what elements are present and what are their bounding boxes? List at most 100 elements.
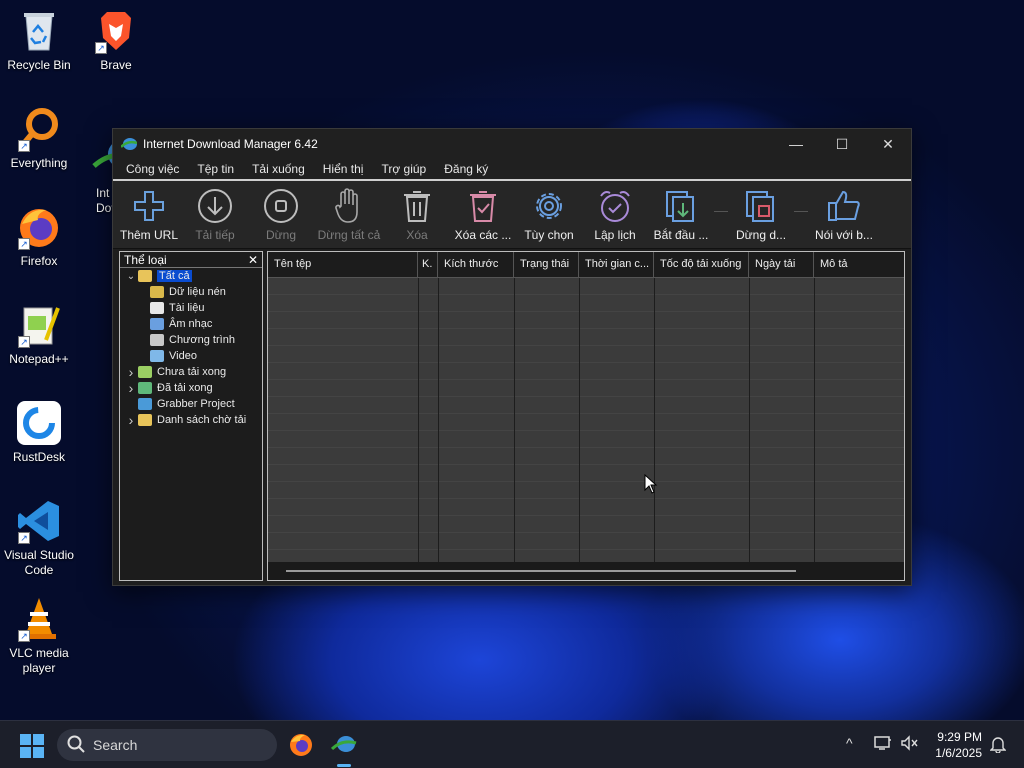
collapse-chevron-icon[interactable]: ›	[124, 380, 138, 396]
system-clock[interactable]: 9:29 PM 1/6/2025	[935, 729, 982, 761]
show-hidden-icons-chevron[interactable]: ^	[846, 735, 853, 751]
category-label: Video	[169, 350, 197, 362]
start-queue-icon	[662, 187, 700, 225]
finished-folder-icon	[138, 382, 152, 394]
desktop-icon-vlc[interactable]: ↗ VLC media player	[1, 596, 77, 676]
column-quality[interactable]: K.	[418, 252, 438, 277]
category-item[interactable]: › Danh sách chờ tải	[120, 412, 262, 428]
collapse-chevron-icon[interactable]: ›	[124, 412, 138, 428]
category-item[interactable]: Tài liệu	[120, 300, 262, 316]
column-size[interactable]: Kích thước	[438, 252, 514, 277]
notification-bell-icon[interactable]	[989, 735, 1007, 756]
column-filename[interactable]: Tên tệp	[268, 252, 418, 277]
category-item[interactable]: Grabber Project	[120, 396, 262, 412]
menu-view[interactable]: Hiển thị	[316, 162, 371, 176]
toolbar: Thêm URL Tải tiếp Dừng Dừng tất cả Xóa X…	[113, 181, 911, 249]
category-label: Âm nhạc	[169, 318, 213, 330]
menu-registration[interactable]: Đăng ký	[437, 162, 495, 176]
program-icon	[150, 334, 164, 346]
scrollbar-thumb[interactable]	[286, 570, 796, 572]
category-title: Thể loại	[124, 252, 167, 267]
resume-button[interactable]: Tải tiếp	[182, 187, 248, 242]
notepad-plus-plus-icon: ↗	[16, 302, 62, 348]
horizontal-scrollbar[interactable]	[268, 562, 904, 580]
close-button[interactable]: ✕	[865, 129, 911, 159]
category-item[interactable]: Dữ liệu nén	[120, 284, 262, 300]
toolbar-label: Lập lịch	[594, 228, 636, 242]
column-divider	[438, 278, 439, 562]
stop-all-button[interactable]: Dừng tất cả	[314, 187, 384, 242]
start-queue-button[interactable]: Bắt đầu ...	[648, 187, 714, 242]
idm-window: Internet Download Manager 6.42 — ☐ ✕ Côn…	[112, 128, 912, 586]
category-item[interactable]: Âm nhạc	[120, 316, 262, 332]
desktop-icon-firefox[interactable]: ↗ Firefox	[1, 204, 77, 269]
desktop-icon-notepad-plus-plus[interactable]: ↗ Notepad++	[1, 302, 77, 367]
idm-app-icon	[120, 137, 138, 151]
active-app-indicator	[337, 764, 351, 767]
column-time-left[interactable]: Thời gian c...	[579, 252, 654, 277]
category-item[interactable]: ⌄ Tất cả	[120, 268, 262, 284]
desktop-icon-label: VLC media player	[9, 646, 69, 675]
taskbar-firefox-icon[interactable]	[285, 729, 317, 761]
network-icon[interactable]	[874, 735, 892, 754]
expand-chevron-icon[interactable]: ⌄	[124, 271, 138, 282]
stop-button[interactable]: Dừng	[248, 187, 314, 242]
taskbar-idm-icon[interactable]	[328, 729, 360, 767]
toolbar-label: Tùy chọn	[524, 228, 574, 242]
column-last-try[interactable]: Ngày tải	[749, 252, 814, 277]
taskbar-search[interactable]: Search	[57, 729, 277, 761]
toolbar-label: Xóa các ...	[454, 228, 512, 242]
maximize-button[interactable]: ☐	[819, 129, 865, 159]
category-item[interactable]: › Chưa tải xong	[120, 364, 262, 380]
windows-start-icon[interactable]	[20, 734, 44, 758]
desktop-icon-label: Everything	[10, 156, 68, 170]
delete-completed-button[interactable]: Xóa các ...	[450, 187, 516, 242]
category-item[interactable]: Chương trình	[120, 332, 262, 348]
add-url-button[interactable]: Thêm URL	[116, 187, 182, 242]
clock-time: 9:29 PM	[937, 730, 982, 744]
column-description[interactable]: Mô tả	[814, 252, 904, 277]
stop-queue-button[interactable]: Dừng d...	[728, 187, 794, 242]
tell-friend-button[interactable]: Nói với b...	[808, 187, 880, 242]
scheduler-button[interactable]: Lập lịch	[582, 187, 648, 242]
vlc-cone-icon: ↗	[16, 596, 62, 642]
stop-queue-icon	[742, 187, 780, 225]
column-status[interactable]: Trạng thái	[514, 252, 579, 277]
toolbar-label: Tải tiếp	[195, 228, 235, 242]
hand-stop-icon	[330, 187, 368, 225]
column-divider	[814, 278, 815, 562]
list-header: Tên tệp K. Kích thước Trạng thái Thời gi…	[268, 252, 904, 278]
trash-icon	[398, 187, 436, 225]
shortcut-arrow-icon: ↗	[18, 238, 30, 250]
desktop-icon-vscode[interactable]: ↗ Visual Studio Code	[1, 498, 77, 578]
toolbar-label: Bắt đầu ...	[653, 228, 709, 242]
volume-muted-icon[interactable]	[900, 735, 918, 754]
video-icon	[150, 350, 164, 362]
close-category-panel-icon[interactable]: ✕	[248, 253, 258, 267]
collapse-chevron-icon[interactable]: ›	[124, 364, 138, 380]
menu-help[interactable]: Trợ giúp	[374, 162, 433, 176]
category-label: Grabber Project	[157, 398, 235, 410]
menu-tasks[interactable]: Công việc	[119, 162, 186, 176]
column-transfer-rate[interactable]: Tốc độ tải xuống	[654, 252, 749, 277]
window-titlebar[interactable]: Internet Download Manager 6.42 — ☐ ✕	[113, 129, 911, 159]
desktop-icon-everything[interactable]: ↗ Everything	[1, 106, 77, 171]
menu-file[interactable]: Tệp tin	[190, 162, 241, 176]
download-list[interactable]: Tên tệp K. Kích thước Trạng thái Thời gi…	[267, 251, 905, 581]
desktop-icon-rustdesk[interactable]: RustDesk	[1, 400, 77, 465]
minimize-button[interactable]: —	[773, 129, 819, 159]
list-body[interactable]	[268, 278, 904, 562]
category-tree: ⌄ Tất cả Dữ liệu nén Tài liệu Âm nhạc Chương …	[120, 268, 262, 428]
shortcut-arrow-icon: ↗	[95, 42, 107, 54]
options-button[interactable]: Tùy chọn	[516, 187, 582, 242]
category-item[interactable]: Video	[120, 348, 262, 364]
vscode-icon: ↗	[16, 498, 62, 544]
desktop-icon-brave[interactable]: ↗ Brave	[78, 8, 154, 73]
search-label: Search	[93, 737, 138, 753]
category-label: Tất cả	[157, 270, 192, 282]
category-item[interactable]: › Đã tải xong	[120, 380, 262, 396]
category-label: Đã tải xong	[157, 382, 213, 394]
menu-downloads[interactable]: Tải xuống	[245, 162, 312, 176]
delete-button[interactable]: Xóa	[384, 187, 450, 242]
desktop-icon-recycle-bin[interactable]: Recycle Bin	[1, 8, 77, 73]
